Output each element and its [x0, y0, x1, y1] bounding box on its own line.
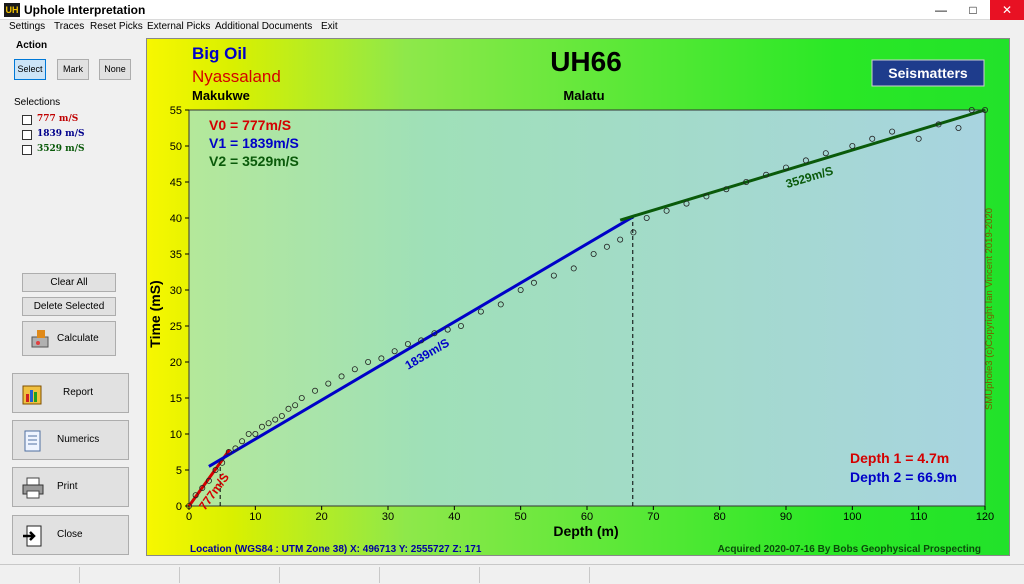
x-tick-label: 0 [186, 511, 192, 523]
app-icon: UH [4, 3, 20, 17]
menu-external-picks[interactable]: External Picks [147, 21, 210, 32]
checkbox-1839[interactable] [22, 130, 32, 140]
printer-icon [22, 477, 44, 499]
y-tick-label: 35 [170, 249, 182, 261]
y-tick-label: 50 [170, 141, 182, 153]
y-tick-label: 15 [170, 393, 182, 405]
uphole-plot-panel[interactable]: 0 10 20 30 40 50 60 70 80 90 100 110 120 0 5 10 15 20 25 30… [146, 38, 1010, 556]
x-tick-label: 110 [910, 511, 928, 523]
menu-additional-documents[interactable]: Additional Documents [215, 21, 312, 32]
x-tick-label: 90 [780, 511, 792, 523]
x-tick-label: 120 [976, 511, 994, 523]
selection-label-3529: 3529 m/S [37, 144, 85, 154]
close-button[interactable]: Close [12, 515, 129, 555]
x-tick-label: 70 [647, 511, 659, 523]
window-title: Uphole Interpretation [24, 3, 146, 17]
left-location-label: Makukwe [192, 88, 250, 103]
minimize-button[interactable]: — [926, 0, 956, 20]
status-cell [280, 567, 380, 583]
menu-exit[interactable]: Exit [321, 21, 338, 32]
status-cell [80, 567, 180, 583]
numerics-button[interactable]: Numerics [12, 420, 129, 460]
y-tick-label: 55 [170, 105, 182, 117]
x-tick-label: 80 [714, 511, 726, 523]
status-cell [380, 567, 480, 583]
close-label: Close [57, 529, 83, 540]
status-bar [0, 564, 1024, 584]
seismatters-logo-text: Seismatters [888, 65, 968, 81]
company-name: Big Oil [192, 44, 247, 63]
title-bar: UH Uphole Interpretation — □ ✕ [0, 0, 1024, 20]
plot-area [188, 109, 986, 507]
x-tick-label: 30 [382, 511, 394, 523]
copyright-text: SMUphole3 (c)Copyright Ian Vincent 2019-… [984, 208, 995, 410]
location-text: Location (WGS84 : UTM Zone 38) X: 496713… [190, 544, 482, 555]
x-tick-label: 100 [843, 511, 861, 523]
x-tick-label: 50 [515, 511, 527, 523]
mark-button[interactable]: Mark [57, 59, 89, 80]
menu-reset-picks[interactable]: Reset Picks [90, 21, 143, 32]
v1-label: V1 = 1839m/S [209, 135, 299, 151]
numerics-label: Numerics [57, 434, 100, 445]
clear-all-button[interactable]: Clear All [22, 273, 116, 292]
none-button[interactable]: None [99, 59, 131, 80]
x-tick-label: 10 [249, 511, 261, 523]
report-icon [22, 385, 42, 405]
status-cell [0, 567, 80, 583]
left-panel: Action Select Mark None Selections 777 m… [6, 38, 138, 558]
document-icon [24, 430, 41, 452]
y-tick-label: 25 [170, 321, 182, 333]
delete-selected-button[interactable]: Delete Selected [22, 297, 116, 316]
report-label: Report [63, 387, 94, 398]
menu-traces[interactable]: Traces [54, 21, 84, 32]
print-button[interactable]: Print [12, 467, 129, 507]
maximize-button[interactable]: □ [958, 0, 988, 20]
y-tick-label: 45 [170, 177, 182, 189]
region-name: Nyassaland [192, 67, 281, 86]
v0-label: V0 = 777m/S [209, 117, 291, 133]
y-tick-label: 5 [176, 465, 182, 477]
selection-label-777: 777 m/S [37, 114, 79, 124]
close-window-button[interactable]: ✕ [990, 0, 1024, 20]
calculate-button[interactable]: Calculate [22, 321, 116, 356]
x-axis-label: Depth (m) [553, 523, 618, 539]
y-tick-label: 20 [170, 357, 182, 369]
x-tick-label: 40 [448, 511, 460, 523]
status-cell [480, 567, 590, 583]
acquired-text: Acquired 2020-07-16 By Bobs Geophysical … [718, 544, 981, 555]
y-tick-label: 40 [170, 213, 182, 225]
print-label: Print [57, 481, 78, 492]
depth2-label: Depth 2 = 66.9m [850, 469, 957, 485]
select-button[interactable]: Select [14, 59, 46, 80]
checkbox-777[interactable] [22, 115, 32, 125]
y-tick-label: 10 [170, 429, 182, 441]
selections-group-label: Selections [14, 97, 61, 108]
calculate-icon [31, 330, 49, 348]
menu-settings[interactable]: Settings [9, 21, 45, 32]
selection-label-1839: 1839 m/S [37, 129, 85, 139]
report-button[interactable]: Report [12, 373, 129, 413]
depth1-label: Depth 1 = 4.7m [850, 450, 949, 466]
uphole-chart[interactable]: 0 10 20 30 40 50 60 70 80 90 100 110 120 0 5 10 15 20 25 30… [147, 39, 1009, 555]
x-tick-label: 60 [581, 511, 593, 523]
calculate-label: Calculate [57, 333, 99, 344]
exit-icon [23, 525, 42, 547]
checkbox-3529[interactable] [22, 145, 32, 155]
plot-title: UH66 [550, 46, 622, 77]
status-cell [180, 567, 280, 583]
x-tick-label: 20 [316, 511, 328, 523]
menu-bar: Settings Traces Reset Picks External Pic… [0, 20, 1024, 36]
y-axis-label: Time (mS) [147, 280, 163, 347]
y-tick-label: 0 [176, 501, 182, 513]
right-location-label: Malatu [563, 88, 604, 103]
v2-label: V2 = 3529m/S [209, 153, 299, 169]
y-tick-label: 30 [170, 285, 182, 297]
action-group-label: Action [16, 40, 48, 51]
